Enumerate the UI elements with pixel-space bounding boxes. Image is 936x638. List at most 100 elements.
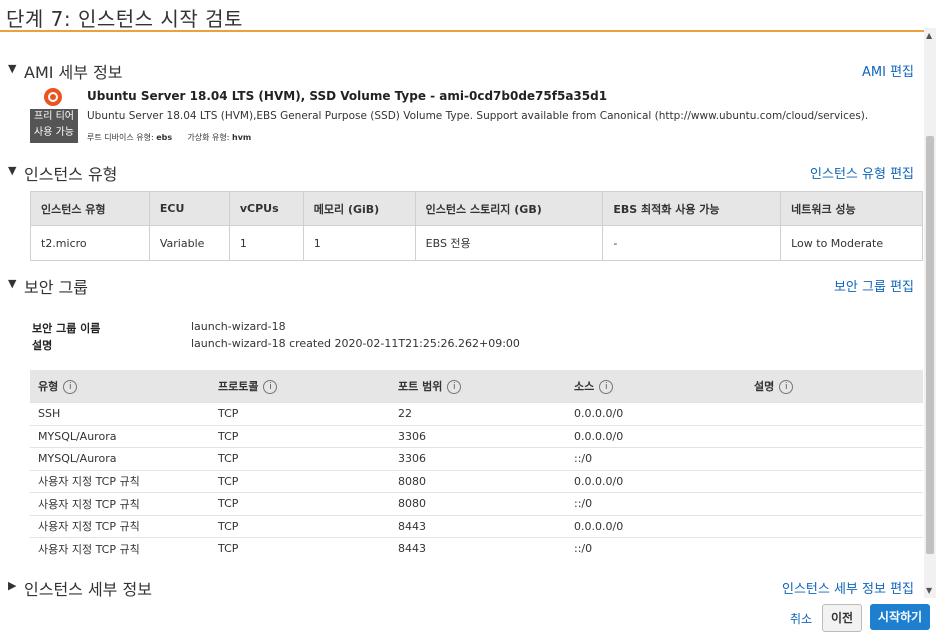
table-cell: 사용자 지정 TCP 규칙 [30, 469, 210, 493]
table-cell: 0.0.0.0/0 [566, 469, 746, 493]
table-cell: 3306 [390, 424, 566, 448]
table-row: 사용자 지정 TCP 규칙 TCP 8080 ::/0 [30, 492, 923, 515]
ubuntu-logo-icon [44, 88, 62, 106]
table-cell [746, 537, 923, 560]
instance-type-section-title: 인스턴스 유형 [24, 165, 118, 184]
column-header-label: 설명 [754, 380, 775, 393]
column-header: ECU [148, 191, 230, 226]
table-cell [746, 514, 923, 538]
instance-details-section-title: 인스턴스 세부 정보 [24, 580, 152, 599]
expand-toggle-icon[interactable]: ▼ [8, 164, 16, 177]
table-cell [746, 424, 923, 448]
table-cell: MYSQL/Aurora [30, 424, 210, 448]
table-row: 사용자 지정 TCP 규칙 TCP 8443 0.0.0.0/0 [30, 514, 923, 538]
table-cell: - [602, 225, 782, 261]
column-header: 프로토콜 i [210, 370, 390, 403]
column-header: vCPUs [228, 191, 304, 226]
column-header: 포트 범위 i [390, 370, 566, 403]
virtualization-value: hvm [232, 133, 252, 142]
table-row: SSH TCP 22 0.0.0.0/0 [30, 402, 923, 425]
column-header-label: 프로토콜 [218, 380, 259, 393]
scroll-up-icon[interactable]: ▲ [926, 31, 932, 40]
instance-type-table: 인스턴스 유형 ECU vCPUs 메모리 (GiB) 인스턴스 스토리지 (G… [30, 191, 923, 261]
security-group-desc-value: launch-wizard-18 created 2020-02-11T21:2… [191, 337, 520, 350]
root-device-value: ebs [156, 133, 173, 142]
table-cell: TCP [210, 469, 390, 493]
table-cell: 사용자 지정 TCP 규칙 [30, 514, 210, 538]
free-tier-badge: 프리 티어 사용 가능 [30, 109, 78, 143]
table-cell [746, 402, 923, 425]
launch-button[interactable]: 시작하기 [870, 604, 930, 630]
table-cell [746, 447, 923, 470]
expand-toggle-icon[interactable]: ▼ [8, 277, 16, 290]
ami-description: Ubuntu Server 18.04 LTS (HVM),EBS Genera… [87, 110, 869, 122]
table-cell: TCP [210, 447, 390, 470]
scroll-thumb[interactable] [926, 136, 934, 554]
table-cell: 사용자 지정 TCP 규칙 [30, 492, 210, 515]
column-header-label: 소스 [574, 380, 595, 393]
root-device-label: 루트 디바이스 유형: [87, 133, 154, 142]
ami-name: Ubuntu Server 18.04 LTS (HVM), SSD Volum… [87, 89, 608, 103]
table-header-row: 유형 i 프로토콜 i 포트 범위 i 소스 i 설명 i [30, 370, 923, 403]
collapsed-toggle-icon[interactable]: ▶ [8, 579, 16, 592]
table-cell: 8443 [390, 537, 566, 560]
page-title: 단계 7: 인스턴스 시작 검토 [6, 7, 243, 31]
info-icon[interactable]: i [63, 380, 78, 394]
security-rules-table: 유형 i 프로토콜 i 포트 범위 i 소스 i 설명 i SSH TCP 22 0.0.… [30, 370, 923, 560]
column-header: 인스턴스 스토리지 (GB) [414, 191, 604, 226]
ami-section-title: AMI 세부 정보 [24, 63, 123, 82]
security-group-desc-label: 설명 [32, 339, 53, 352]
page-header: 단계 7: 인스턴스 시작 검토 [0, 0, 924, 32]
column-header: 소스 i [566, 370, 746, 403]
security-group-section-header: ▼ 보안 그룹 보안 그룹 편집 [8, 274, 914, 297]
table-cell: 1 [228, 225, 304, 261]
virtualization-label: 가상화 유형: [187, 133, 230, 142]
security-group-name-label: 보안 그룹 이름 [32, 322, 101, 335]
table-cell: EBS 전용 [414, 225, 604, 261]
table-row: MYSQL/Aurora TCP 3306 0.0.0.0/0 [30, 424, 923, 448]
column-header: 인스턴스 유형 [30, 191, 150, 226]
table-cell: ::/0 [566, 492, 746, 515]
info-icon[interactable]: i [263, 380, 278, 394]
expand-toggle-icon[interactable]: ▼ [8, 62, 16, 75]
column-header: 메모리 (GiB) [302, 191, 416, 226]
table-cell: 8443 [390, 514, 566, 538]
table-row: MYSQL/Aurora TCP 3306 ::/0 [30, 447, 923, 470]
table-cell: ::/0 [566, 447, 746, 470]
table-cell [746, 492, 923, 515]
previous-button[interactable]: 이전 [822, 604, 862, 632]
info-icon[interactable]: i [599, 380, 614, 394]
edit-instance-type-link[interactable]: 인스턴스 유형 편집 [810, 163, 914, 182]
column-header: 네트워크 성능 [780, 191, 923, 226]
table-cell: TCP [210, 424, 390, 448]
table-cell: 3306 [390, 447, 566, 470]
table-cell: 사용자 지정 TCP 규칙 [30, 537, 210, 560]
table-cell: t2.micro [30, 225, 150, 261]
table-cell: ::/0 [566, 537, 746, 560]
badge-line-2: 사용 가능 [34, 127, 74, 138]
table-cell: 8080 [390, 492, 566, 515]
scrollbar[interactable]: ▲ ▼ [924, 28, 936, 598]
instance-type-section-header: ▼ 인스턴스 유형 인스턴스 유형 편집 [8, 161, 914, 184]
cancel-link[interactable]: 취소 [790, 610, 812, 627]
table-cell: TCP [210, 402, 390, 425]
table-cell: 1 [302, 225, 416, 261]
table-row: t2.micro Variable 1 1 EBS 전용 - Low to Mo… [30, 225, 923, 261]
edit-security-group-link[interactable]: 보안 그룹 편집 [834, 276, 914, 295]
table-cell: SSH [30, 402, 210, 425]
footer: 취소 이전 시작하기 [0, 598, 936, 638]
column-header: 유형 i [30, 370, 210, 403]
column-header: 설명 i [746, 370, 923, 403]
table-row: 사용자 지정 TCP 규칙 TCP 8443 ::/0 [30, 537, 923, 560]
table-cell: 8080 [390, 469, 566, 493]
ami-root-info: 루트 디바이스 유형: ebs 가상화 유형: hvm [87, 132, 251, 143]
table-cell: TCP [210, 537, 390, 560]
edit-instance-details-link[interactable]: 인스턴스 세부 정보 편집 [782, 578, 914, 597]
info-icon[interactable]: i [779, 380, 794, 394]
info-icon[interactable]: i [447, 380, 462, 394]
edit-ami-link[interactable]: AMI 편집 [862, 61, 914, 80]
column-header-label: 포트 범위 [398, 380, 443, 393]
scroll-down-icon[interactable]: ▼ [926, 586, 932, 595]
security-group-section-title: 보안 그룹 [24, 278, 88, 297]
instance-details-section-header: ▶ 인스턴스 세부 정보 인스턴스 세부 정보 편집 [8, 576, 914, 599]
